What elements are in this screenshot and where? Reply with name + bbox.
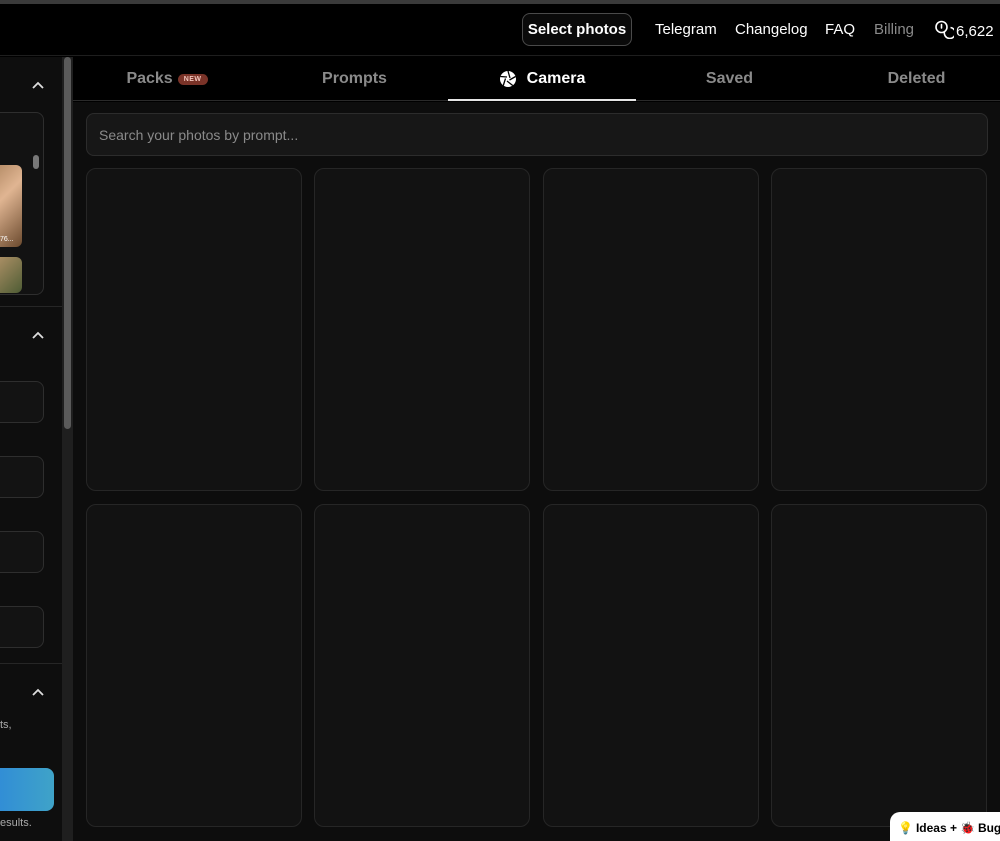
tab-deleted[interactable]: Deleted [823, 57, 1000, 101]
nav-link-faq[interactable]: FAQ [825, 21, 855, 38]
settings-field[interactable] [0, 456, 44, 498]
chevron-up-icon[interactable] [30, 327, 46, 343]
section-divider [0, 663, 62, 664]
tab-label: Saved [705, 70, 754, 87]
sidebar-hint-text: ts, [0, 719, 12, 731]
new-badge: NEW [177, 73, 208, 85]
aperture-icon [499, 70, 517, 88]
credits-balance[interactable]: 6,622 [934, 19, 994, 43]
nav-link-billing[interactable]: Billing [874, 21, 914, 38]
photo-card-placeholder[interactable] [771, 504, 987, 827]
tab-prompts[interactable]: Prompts [261, 57, 448, 101]
photo-gallery [73, 102, 1000, 841]
photo-card-placeholder[interactable] [86, 504, 302, 827]
tab-label: Camera [526, 70, 586, 87]
sidebar-scroll-thumb[interactable] [64, 57, 71, 429]
settings-field[interactable] [0, 606, 44, 648]
feedback-widget[interactable]: 💡 Ideas + 🐞 Bugs [890, 812, 1000, 841]
photo-card-placeholder[interactable] [543, 168, 759, 491]
tab-packs[interactable]: Packs NEW [73, 57, 261, 101]
nav-link-telegram[interactable]: Telegram [655, 21, 717, 38]
photo-card-placeholder[interactable] [86, 168, 302, 491]
photo-card-placeholder[interactable] [543, 504, 759, 827]
tab-label: Deleted [887, 70, 946, 87]
coins-icon [934, 19, 957, 43]
select-photos-button[interactable]: Select photos [522, 13, 632, 46]
search-input[interactable] [86, 113, 988, 156]
tab-label: Packs [126, 70, 173, 87]
nav-link-changelog[interactable]: Changelog [735, 21, 808, 38]
main-panel: Packs NEW Prompts Camera Saved Deleted [73, 57, 1000, 841]
tab-saved[interactable]: Saved [636, 57, 823, 101]
active-tab-indicator [448, 99, 636, 101]
section-divider [0, 306, 62, 307]
credits-value: 6,622 [956, 22, 994, 40]
photo-card-placeholder[interactable] [314, 504, 530, 827]
feedback-label-bugs: Bugs [977, 821, 1000, 835]
settings-field[interactable] [0, 381, 44, 423]
panel-scrollbar[interactable] [33, 155, 39, 169]
tab-label: Prompts [322, 70, 387, 87]
sidebar-scrollbar[interactable] [62, 57, 73, 841]
generate-button[interactable] [0, 768, 54, 811]
tab-bar: Packs NEW Prompts Camera Saved Deleted [73, 57, 1000, 101]
tab-camera[interactable]: Camera [448, 57, 636, 101]
photo-caption: 76... [0, 236, 14, 243]
left-sidebar: 76... ts, esults. [0, 57, 62, 841]
feedback-label: Ideas + [915, 821, 957, 835]
chevron-up-icon[interactable] [30, 77, 46, 93]
bug-icon: 🐞 [959, 821, 975, 835]
top-nav-bar: Select photos Telegram Changelog FAQ Bil… [0, 4, 1000, 56]
photo-card-placeholder[interactable] [314, 168, 530, 491]
photo-card-placeholder[interactable] [771, 168, 987, 491]
photo-thumbnail[interactable]: 76... [0, 165, 22, 247]
photo-thumbnail[interactable] [0, 257, 22, 293]
settings-field[interactable] [0, 531, 44, 573]
sidebar-footnote-text: esults. [0, 817, 32, 829]
lightbulb-icon: 💡 [898, 821, 913, 835]
chevron-up-icon[interactable] [30, 684, 46, 700]
